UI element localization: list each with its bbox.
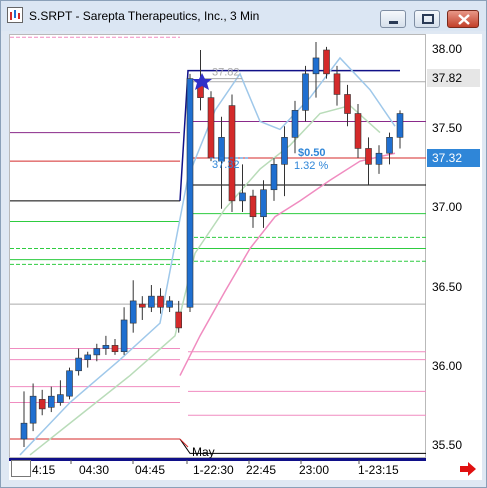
chart-window: S.SRPT - Sarepta Therapeutics, Inc., 3 M… — [0, 0, 487, 488]
moving-average-slow — [179, 152, 396, 376]
candle-body — [207, 97, 215, 159]
scroll-right-arrow-icon[interactable] — [459, 461, 477, 477]
minimize-button[interactable] — [380, 10, 406, 28]
change-percent-label: 1.32 % — [294, 160, 328, 172]
time-axis[interactable]: 4:15 04:30 04:45 1-22:30 22:45 23:00 1-2… — [9, 458, 482, 480]
window-title: S.SRPT - Sarepta Therapeutics, Inc., 3 M… — [29, 9, 260, 23]
maximize-icon — [422, 14, 434, 24]
candle-body — [38, 399, 46, 410]
time-label-2315: 1-23:15 — [358, 463, 399, 477]
candle-body — [175, 311, 182, 329]
time-label-0415: 4:15 — [32, 463, 56, 477]
candle-body — [333, 73, 341, 95]
candle-body — [75, 357, 82, 372]
candle-body — [120, 319, 128, 353]
candle-body — [129, 300, 137, 324]
price-label-35-50: 35.50 — [432, 438, 463, 452]
time-label-2230: 1-22:30 — [193, 463, 234, 477]
candle-body — [239, 192, 246, 202]
candle-body — [386, 137, 393, 154]
candle-body — [365, 148, 372, 165]
title-bar[interactable]: S.SRPT - Sarepta Therapeutics, Inc., 3 M… — [1, 1, 486, 31]
candlestick-chart: 37.82 37.32 $0.501.32 % May — [10, 36, 427, 459]
chart-app-icon — [7, 7, 23, 23]
candle-body — [260, 189, 267, 218]
current-price-tag: 37.32 — [427, 149, 480, 167]
candle-body — [84, 354, 91, 360]
last-price-tag: 37.82 — [427, 69, 480, 87]
candle-body — [102, 345, 110, 349]
candle-body — [29, 395, 37, 424]
moving-average-fast — [19, 56, 396, 456]
candle-body — [57, 394, 64, 403]
candle-body — [47, 395, 55, 408]
candle-body — [20, 422, 28, 440]
minimize-icon — [389, 21, 398, 24]
candle-body — [93, 348, 101, 356]
candle-body — [281, 137, 288, 165]
candle-body — [111, 345, 119, 353]
entry-price-label: 37.82 — [212, 67, 240, 79]
candle-body — [249, 195, 257, 218]
month-label: May — [192, 445, 215, 459]
time-label-2300: 23:00 — [299, 463, 330, 477]
candle-body — [186, 78, 194, 308]
candle-body — [66, 370, 73, 397]
chart-plot-area[interactable]: 37.82 37.32 $0.50 1.32 % May — [9, 34, 427, 459]
change-amount-label: $0.50 — [298, 147, 326, 159]
price-label-37-00: 37.00 — [432, 200, 463, 214]
candle-body — [166, 300, 173, 308]
time-label-2245: 22:45 — [246, 463, 277, 477]
price-label-36-00: 36.00 — [432, 359, 463, 373]
candle-body — [344, 94, 351, 114]
candle-body — [396, 113, 404, 138]
candle-body — [302, 73, 309, 111]
exit-price-label: 37.32 — [212, 159, 240, 171]
candle-body — [312, 57, 320, 75]
candle-body — [157, 295, 164, 308]
price-axis[interactable]: 38.00 37.50 37.00 36.50 36.00 35.50 — [426, 34, 482, 458]
close-icon — [458, 14, 470, 25]
candle-body — [148, 295, 155, 308]
close-button[interactable] — [447, 10, 479, 28]
candle-body — [375, 152, 383, 165]
ref-line-black-bottom — [179, 438, 427, 454]
candle-body — [228, 105, 236, 202]
candle-body — [323, 49, 330, 75]
candle-body — [139, 303, 146, 308]
price-label-37-50: 37.50 — [432, 121, 463, 135]
time-label-0430: 04:30 — [79, 463, 110, 477]
time-label-0445: 04:45 — [135, 463, 166, 477]
candle-body — [354, 113, 362, 149]
candle-body — [270, 164, 278, 191]
ref-line-red-step — [179, 438, 189, 448]
candle-body — [291, 110, 299, 138]
price-label-38-00: 38.00 — [432, 42, 463, 56]
chart-corner-box[interactable] — [11, 460, 31, 477]
maximize-button[interactable] — [414, 10, 440, 28]
price-label-36-50: 36.50 — [432, 280, 463, 294]
